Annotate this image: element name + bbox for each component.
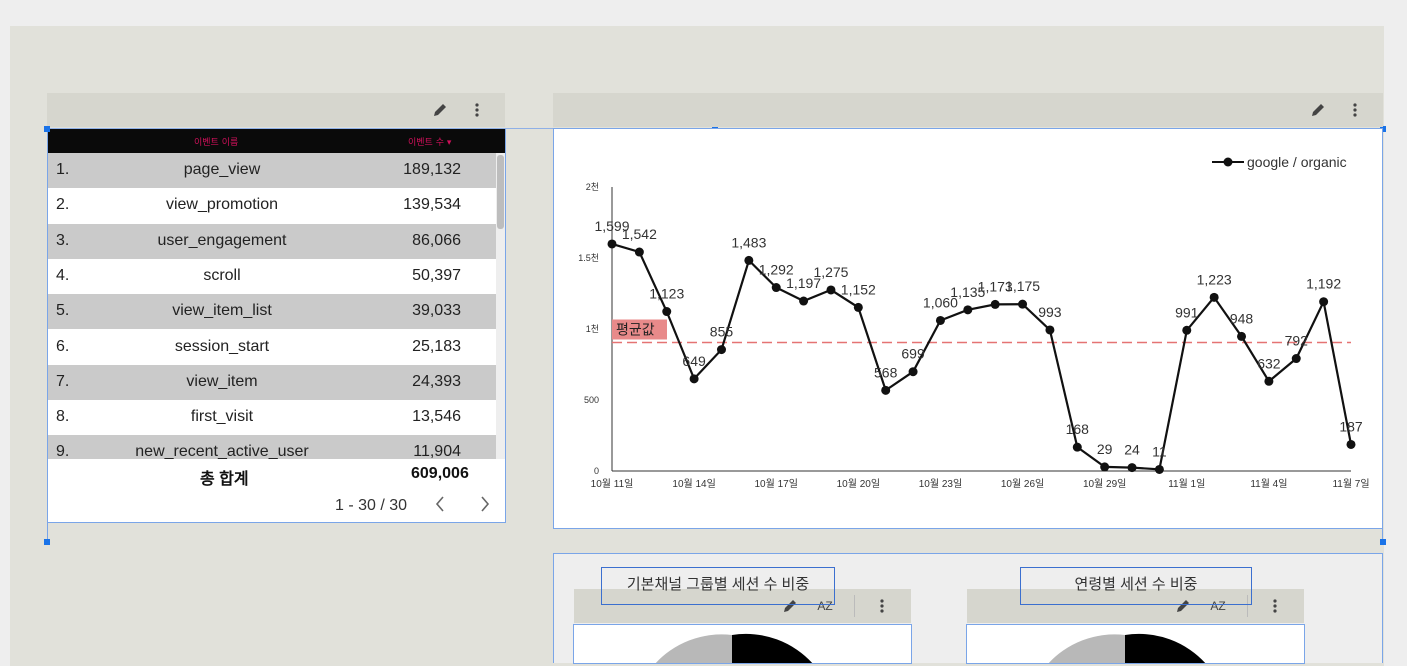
data-point: [1182, 325, 1192, 335]
data-point: [1045, 325, 1055, 335]
data-point: [689, 374, 699, 384]
data-label: 1,152: [841, 281, 876, 297]
data-label: 1,175: [1005, 278, 1040, 294]
data-label: 699: [901, 346, 925, 362]
data-point: [662, 307, 672, 317]
data-label: 991: [1175, 304, 1199, 320]
linechart-toolbar: [553, 93, 1383, 127]
pie1-slice-black: [732, 633, 813, 663]
data-label: 649: [682, 353, 706, 369]
x-tick-label: 10월 17일: [755, 478, 798, 490]
pie1-chart[interactable]: [574, 625, 911, 663]
more-vert-icon[interactable]: [1266, 597, 1284, 615]
data-point: [771, 283, 781, 293]
data-label: 29: [1097, 441, 1113, 457]
x-tick-label: 10월 14일: [672, 478, 715, 490]
x-tick-label: 10월 29일: [1083, 478, 1126, 490]
data-label: 1,123: [649, 286, 684, 302]
x-tick-label: 10월 23일: [919, 478, 962, 490]
data-point: [799, 296, 809, 306]
data-label: 632: [1257, 355, 1281, 371]
x-tick-label: 11월 4일: [1250, 478, 1287, 490]
pie2-title[interactable]: 연령별 세션 수 비중: [1020, 567, 1252, 605]
legend-label: google / organic: [1247, 154, 1347, 170]
data-point: [1237, 331, 1247, 341]
pencil-icon[interactable]: [431, 101, 449, 119]
more-vert-icon[interactable]: [873, 597, 891, 615]
data-label: 1,483: [731, 234, 766, 250]
data-point: [744, 255, 754, 265]
data-point: [826, 285, 836, 295]
data-label: 24: [1124, 442, 1140, 458]
data-point: [935, 315, 945, 325]
resize-handle-bl[interactable]: [44, 539, 50, 545]
x-tick-label: 11월 7일: [1332, 478, 1369, 490]
pie2-slice-black: [1125, 633, 1206, 663]
legend-marker: [1223, 157, 1233, 167]
data-label: 855: [710, 324, 734, 340]
x-tick-label: 10월 11일: [591, 478, 634, 490]
more-vert-icon[interactable]: [1346, 101, 1364, 119]
y-tick-label: 500: [584, 395, 599, 405]
data-point: [607, 239, 617, 249]
data-point: [1319, 297, 1329, 307]
pie1-card: [573, 624, 912, 664]
data-label: 948: [1230, 310, 1254, 326]
data-point: [1264, 376, 1274, 386]
table-toolbar: [47, 93, 505, 127]
pie2-chart[interactable]: [967, 625, 1304, 663]
x-tick-label: 10월 26일: [1001, 478, 1044, 490]
data-label: 1,542: [622, 226, 657, 242]
data-point: [1072, 442, 1082, 452]
y-tick-label: 1.5천: [578, 253, 599, 263]
data-point: [1127, 463, 1137, 473]
data-point: [963, 305, 973, 315]
resize-handle-tl[interactable]: [44, 126, 50, 132]
y-tick-label: 2천: [586, 182, 599, 192]
data-label: 1,223: [1197, 271, 1232, 287]
data-point: [634, 247, 644, 257]
data-label: 168: [1066, 421, 1090, 437]
x-tick-label: 10월 20일: [837, 478, 880, 490]
pie2-slice-gray: [1048, 634, 1125, 663]
data-label: 187: [1339, 418, 1363, 434]
data-point: [1209, 292, 1219, 302]
data-point: [1346, 439, 1356, 449]
pencil-icon[interactable]: [1309, 101, 1327, 119]
data-label: 568: [874, 364, 898, 380]
data-point: [1154, 464, 1164, 474]
x-tick-label: 11월 1일: [1168, 478, 1205, 490]
y-tick-label: 0: [594, 466, 599, 476]
y-tick-label: 1천: [586, 324, 599, 334]
toolbar-divider: [854, 595, 855, 617]
data-label: 792: [1285, 333, 1309, 349]
data-label: 11: [1152, 443, 1167, 459]
pie1-slice-gray: [655, 634, 732, 663]
data-point: [1100, 462, 1110, 472]
data-point: [716, 345, 726, 355]
data-point: [881, 385, 891, 395]
data-point: [1018, 299, 1028, 309]
average-label: 평균값: [616, 321, 655, 337]
data-label: 1,275: [813, 264, 848, 280]
data-label: 993: [1038, 304, 1062, 320]
data-point: [1291, 354, 1301, 364]
pie2-card: [966, 624, 1305, 664]
data-label: 1,192: [1306, 276, 1341, 292]
data-point: [853, 302, 863, 312]
more-vert-icon[interactable]: [468, 101, 486, 119]
resize-handle-br[interactable]: [1380, 539, 1386, 545]
data-point: [908, 367, 918, 377]
data-point: [990, 299, 1000, 309]
pie1-title[interactable]: 기본채널 그룹별 세션 수 비중: [601, 567, 835, 605]
line-chart-card: 0 500 1천 1.5천 2천 10월 11일 10월 14일 10월 17일 10월 20일…: [553, 128, 1383, 529]
line-chart[interactable]: 0 500 1천 1.5천 2천 10월 11일 10월 14일 10월 17일 10월 20일…: [554, 129, 1382, 528]
